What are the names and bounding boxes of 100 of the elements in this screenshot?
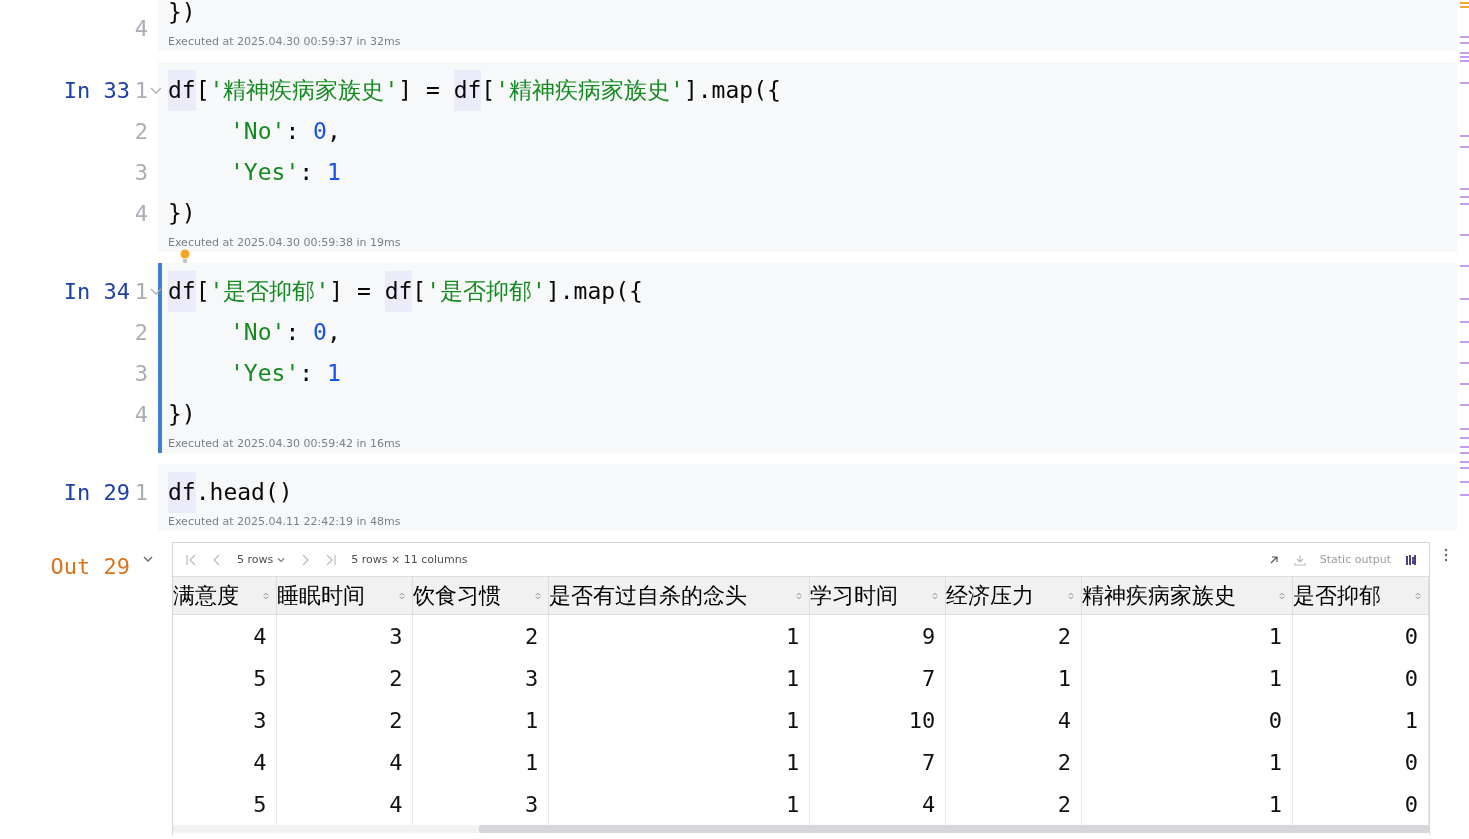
table-cell: 4	[173, 741, 277, 783]
output-prompt: Out 29	[50, 553, 130, 581]
download-icon[interactable]	[1293, 553, 1306, 566]
code-text: ] =	[398, 76, 441, 105]
chart-bars-icon[interactable]	[1405, 553, 1417, 566]
column-header[interactable]: 饮食习惯	[412, 576, 549, 615]
table-cell: 1	[1292, 699, 1429, 741]
static-output-label: Static output	[1319, 553, 1391, 566]
table-cell: 9	[809, 614, 946, 657]
string-literal: 'No'	[230, 318, 286, 347]
string-literal: '是否抑郁'	[426, 277, 546, 306]
sort-icon[interactable]	[795, 590, 804, 601]
execution-info: Executed at 2025.04.30 00:59:37 in 32ms	[168, 34, 402, 50]
table-cell: 1	[548, 614, 810, 657]
number-literal: 0	[313, 318, 327, 347]
sort-icon[interactable]	[1278, 590, 1287, 601]
sort-icon[interactable]	[1067, 590, 1076, 601]
code-text: ] =	[329, 277, 372, 306]
code-text: })	[168, 199, 196, 228]
column-header[interactable]: 精神疾病家族史	[1081, 576, 1293, 615]
code-text: })	[168, 400, 196, 429]
cell-prompt: In 29	[63, 479, 130, 507]
table-size-label: 5 rows × 11 columns	[351, 553, 468, 566]
code-text: ,	[326, 117, 341, 146]
sort-icon[interactable]	[534, 590, 543, 601]
code-text: :	[299, 158, 315, 187]
column-header[interactable]: 满意度	[173, 576, 277, 615]
line-number: 1	[134, 279, 148, 304]
table-cell: 3	[173, 699, 277, 741]
execution-info: Executed at 2025.04.30 00:59:38 in 19ms	[168, 235, 402, 251]
line-number: 4	[134, 16, 148, 41]
variable-name: df	[384, 271, 413, 312]
code-text: [	[481, 76, 496, 105]
table-cell: 4	[173, 614, 277, 657]
table-cell: 2	[276, 699, 413, 741]
number-literal: 1	[326, 158, 341, 187]
sort-icon[interactable]	[398, 590, 407, 601]
table-cell: 1	[548, 699, 810, 741]
line-number: 3	[134, 361, 148, 386]
variable-name: df	[168, 472, 196, 513]
code-cell[interactable]: df['是否抑郁'] = df['是否抑郁'].map({ 'No': 0, 'Yes': 1 }) Executed at 2025.04.30 00:59:42 in 16ms	[158, 263, 1457, 453]
number-literal: 0	[313, 117, 327, 146]
string-literal: 'Yes'	[230, 158, 300, 187]
sort-icon[interactable]	[931, 590, 940, 601]
code-text: [	[195, 76, 210, 105]
more-options-icon[interactable]	[1444, 548, 1448, 562]
table-cell: 0	[1292, 657, 1429, 699]
dropdown-caret-icon[interactable]	[277, 555, 286, 564]
code-text: ,	[326, 318, 341, 347]
table-cell: 1	[412, 741, 549, 783]
code-cell[interactable]: df['精神疾病家族史'] = df['精神疾病家族史'].map({ 'No': 0, 'Yes': 1 }) Executed at 2025.04.30 00:59:38 in 19ms	[158, 62, 1457, 252]
cell-prompt: In 33	[63, 77, 130, 105]
table-cell: 1	[1081, 741, 1293, 783]
table-cell: 7	[809, 657, 946, 699]
first-page-icon[interactable]	[185, 553, 197, 566]
table-cell: 2	[276, 657, 413, 699]
string-literal: '精神疾病家族史'	[495, 76, 684, 105]
column-header[interactable]: 是否抑郁	[1292, 576, 1429, 615]
table-cell: 2	[945, 741, 1082, 783]
line-number: 1	[134, 480, 148, 505]
horizontal-scrollbar[interactable]	[479, 825, 1429, 833]
column-header[interactable]: 睡眠时间	[276, 576, 413, 615]
column-header[interactable]: 是否有过自杀的念头	[548, 576, 810, 615]
string-literal: 'No'	[230, 117, 286, 146]
rows-dropdown[interactable]: 5 rows	[237, 553, 274, 566]
table-cell: 3	[276, 614, 413, 657]
lightbulb-icon[interactable]	[178, 249, 192, 265]
variable-name: df	[168, 271, 196, 312]
table-cell: 4	[945, 699, 1082, 741]
line-number: 4	[134, 201, 148, 226]
code-text: :	[285, 117, 301, 146]
sort-icon[interactable]	[262, 590, 271, 601]
last-page-icon[interactable]	[325, 553, 338, 566]
column-header[interactable]: 学习时间	[809, 576, 946, 615]
code-text: })	[168, 0, 196, 27]
code-cell[interactable]: df.head() Executed at 2025.04.11 22:42:19 in 48ms	[158, 464, 1457, 531]
execution-info: Executed at 2025.04.11 22:42:19 in 48ms	[168, 514, 402, 530]
line-number: 1	[134, 78, 148, 103]
table-cell: 10	[809, 699, 946, 741]
cell-prompt: In 34	[63, 278, 130, 306]
collapse-chevron-icon[interactable]	[142, 554, 154, 564]
line-number: 3	[134, 160, 148, 185]
table-cell: 4	[276, 741, 413, 783]
code-text: :	[299, 359, 315, 388]
table-cell: 0	[1081, 699, 1293, 741]
variable-name: df	[453, 70, 482, 111]
code-text: ].map({	[545, 277, 643, 306]
code-text: [	[195, 277, 210, 306]
table-cell: 1	[945, 657, 1082, 699]
line-number: 2	[134, 119, 148, 144]
code-text: :	[285, 318, 301, 347]
line-number: 2	[134, 320, 148, 345]
code-cell[interactable]: }) Executed at 2025.04.30 00:59:37 in 32ms	[158, 0, 1457, 51]
code-text: ].map({	[683, 76, 781, 105]
code-text: [	[412, 277, 427, 306]
column-header[interactable]: 经济压力	[945, 576, 1082, 615]
sort-icon[interactable]	[1414, 590, 1422, 601]
table-cell: 0	[1292, 614, 1429, 657]
string-literal: '精神疾病家族史'	[209, 76, 399, 105]
table-cell: 1	[548, 741, 810, 783]
